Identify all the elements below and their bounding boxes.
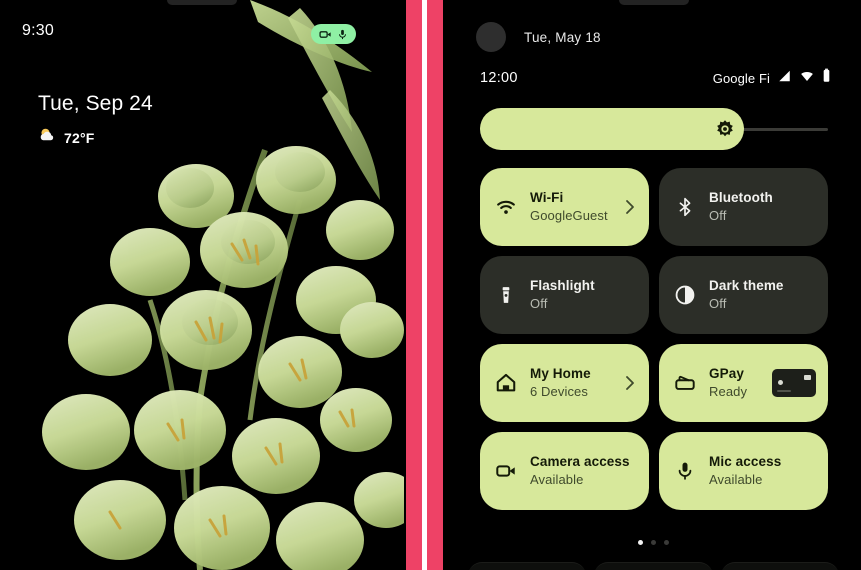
mic-icon <box>673 459 697 483</box>
lock-screen-panel: 9:30 Tue, Sep 24 72°F <box>0 0 404 570</box>
status-bar: 12:00 Google Fi <box>480 68 831 88</box>
tile-subtitle: Off <box>709 296 727 312</box>
quick-settings-header: Tue, May 18 <box>476 22 601 52</box>
screenshot-stage: 9:30 Tue, Sep 24 72°F Tue, May 18 12:00 … <box>0 0 861 570</box>
tile-subtitle: Available <box>709 472 763 488</box>
tile-text: Bluetooth Off <box>709 189 773 225</box>
flashlight-icon <box>494 283 518 307</box>
tile-subtitle: Off <box>530 296 548 312</box>
lock-temperature: 72°F <box>64 129 95 146</box>
wallet-icon <box>673 371 697 395</box>
signal-icon <box>777 69 792 88</box>
lock-weather[interactable]: 72°F <box>38 126 153 149</box>
tile-text: My Home 6 Devices <box>530 365 591 401</box>
card-chip <box>804 375 811 380</box>
lock-info-block: Tue, Sep 24 72°F <box>38 92 153 149</box>
lock-date: Tue, Sep 24 <box>38 92 153 115</box>
page-indicator[interactable] <box>446 540 861 545</box>
status-time: 12:00 <box>480 70 518 86</box>
tile-title: Wi-Fi <box>530 190 564 206</box>
notification-sheet-peek <box>468 562 839 570</box>
tile-text: Dark theme Off <box>709 277 784 313</box>
tile-title: Mic access <box>709 454 782 470</box>
status-notch-right <box>618 0 689 5</box>
avatar[interactable] <box>476 22 506 52</box>
tile-text: GPay Ready <box>709 365 747 401</box>
tile-camera-access[interactable]: Camera access Available <box>480 432 649 510</box>
lock-screen-wallpaper <box>0 0 404 570</box>
quick-settings-tiles: Wi-Fi GoogleGuest Bluetooth Off Flashlig… <box>480 168 828 510</box>
sun-behind-cloud-icon <box>38 126 56 149</box>
tile-mic-access[interactable]: Mic access Available <box>659 432 828 510</box>
wifi-icon <box>494 195 518 219</box>
tile-subtitle: Ready <box>709 384 748 400</box>
brightness-icon <box>715 119 735 139</box>
tile-subtitle: Available <box>530 472 584 488</box>
page-dot-3[interactable] <box>664 540 669 545</box>
tile-wifi[interactable]: Wi-Fi GoogleGuest <box>480 168 649 246</box>
privacy-indicator-pill[interactable] <box>311 24 356 44</box>
page-dot-2[interactable] <box>651 540 656 545</box>
notification-card[interactable] <box>594 562 713 570</box>
notification-card[interactable] <box>720 562 839 570</box>
page-dot-1[interactable] <box>638 540 643 545</box>
brightness-fill <box>480 108 745 150</box>
carrier-label: Google Fi <box>712 70 770 86</box>
status-icons: Google Fi <box>713 68 831 88</box>
quick-settings-date: Tue, May 18 <box>524 29 601 45</box>
tile-title: Dark theme <box>709 278 784 294</box>
tile-subtitle: 6 Devices <box>530 384 588 400</box>
mic-icon <box>337 28 348 41</box>
status-notch-left <box>167 0 237 5</box>
tile-text: Flashlight Off <box>530 277 595 313</box>
tile-title: Flashlight <box>530 278 595 294</box>
quick-settings-panel: Tue, May 18 12:00 Google Fi Wi-Fi Google… <box>446 0 861 570</box>
card-stripe <box>777 390 791 392</box>
home-icon <box>494 371 518 395</box>
tile-text: Camera access Available <box>530 453 630 489</box>
wifi-icon <box>799 69 815 88</box>
tile-title: Camera access <box>530 454 630 470</box>
brightness-slider[interactable] <box>480 108 828 152</box>
chevron-right-icon[interactable] <box>625 375 635 391</box>
tile-title: Bluetooth <box>709 190 773 206</box>
lock-status-time: 9:30 <box>22 22 54 39</box>
tile-title: GPay <box>709 366 744 382</box>
divider-band-left <box>406 0 422 570</box>
payment-card-thumbnail[interactable] <box>772 369 816 397</box>
tile-flashlight[interactable]: Flashlight Off <box>480 256 649 334</box>
tile-dark-theme[interactable]: Dark theme Off <box>659 256 828 334</box>
bluetooth-icon <box>673 195 697 219</box>
tile-subtitle: GoogleGuest <box>530 208 608 224</box>
divider-band-right <box>427 0 443 570</box>
tile-title: My Home <box>530 366 591 382</box>
camera-icon <box>319 28 332 41</box>
card-dot <box>778 380 783 385</box>
dark-theme-icon <box>673 283 697 307</box>
tile-gpay[interactable]: GPay Ready <box>659 344 828 422</box>
tile-subtitle: Off <box>709 208 727 224</box>
tile-my-home[interactable]: My Home 6 Devices <box>480 344 649 422</box>
camera-icon <box>494 459 518 483</box>
tile-text: Wi-Fi GoogleGuest <box>530 189 608 225</box>
notification-card[interactable] <box>468 562 587 570</box>
tile-bluetooth[interactable]: Bluetooth Off <box>659 168 828 246</box>
battery-icon <box>822 68 831 88</box>
tile-text: Mic access Available <box>709 453 781 489</box>
chevron-right-icon[interactable] <box>625 199 635 215</box>
